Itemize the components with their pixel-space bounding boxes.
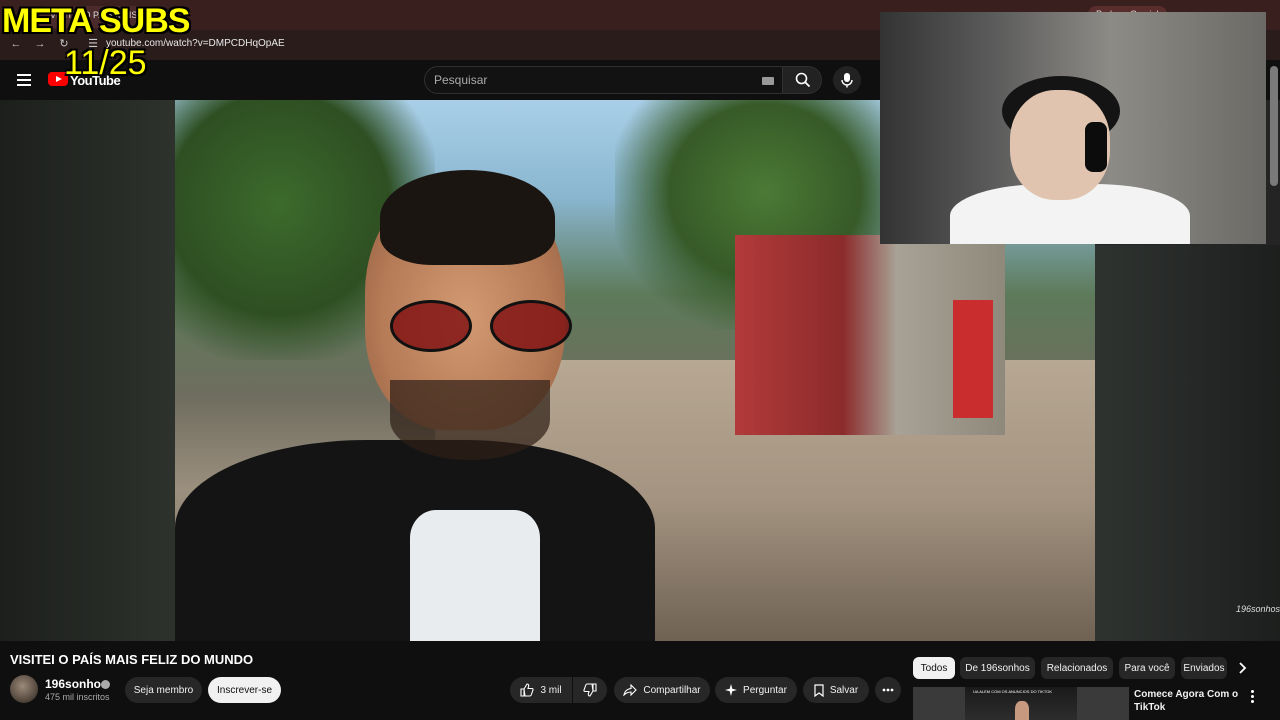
subscriber-count: 475 mil inscritos bbox=[45, 692, 110, 702]
chip-uploads[interactable]: Enviados bbox=[1181, 657, 1227, 679]
more-actions-button[interactable] bbox=[875, 677, 901, 703]
video-kiosk-sign bbox=[953, 300, 993, 418]
thumbs-up-icon bbox=[520, 683, 535, 697]
channel-watermark: 196sonhos bbox=[1236, 604, 1280, 614]
streamer-webcam bbox=[880, 12, 1266, 244]
ambient-glow-left bbox=[0, 100, 175, 641]
dislike-button[interactable] bbox=[573, 677, 607, 703]
sparkle-icon bbox=[725, 684, 738, 696]
thumbs-down-icon bbox=[583, 683, 597, 697]
more-horizontal-icon bbox=[882, 688, 894, 692]
share-label: Compartilhar bbox=[643, 684, 701, 696]
join-button[interactable]: Seja membro bbox=[125, 677, 202, 703]
video-presenter bbox=[175, 170, 655, 641]
stream-overlay-counter: 11/25 bbox=[64, 44, 147, 82]
hamburger-menu-icon[interactable] bbox=[17, 74, 31, 86]
page-scrollbar[interactable] bbox=[1270, 66, 1278, 186]
join-button-label: Seja membro bbox=[133, 684, 194, 696]
ambient-glow-right bbox=[1095, 245, 1280, 641]
chip-from-channel[interactable]: De 196sonhos bbox=[960, 657, 1035, 679]
share-button[interactable]: Compartilhar bbox=[614, 677, 710, 703]
like-button[interactable]: 3 mil bbox=[510, 677, 572, 703]
verified-badge-icon bbox=[101, 680, 110, 689]
save-button[interactable]: Salvar bbox=[803, 677, 869, 703]
screen: VISITEI O PAÍS MAIS... Pedro e Gamial ← … bbox=[0, 0, 1280, 720]
like-count: 3 mil bbox=[540, 684, 562, 696]
more-vertical-icon[interactable] bbox=[1247, 690, 1257, 704]
chip-related[interactable]: Relacionados bbox=[1041, 657, 1113, 679]
voice-search-button[interactable] bbox=[833, 66, 861, 94]
video-title: VISITEI O PAÍS MAIS FELIZ DO MUNDO bbox=[10, 652, 254, 667]
share-icon bbox=[623, 684, 638, 696]
channel-avatar[interactable] bbox=[10, 675, 38, 703]
channel-name[interactable]: 196sonhos bbox=[45, 677, 108, 691]
search-input[interactable]: Pesquisar bbox=[434, 73, 487, 87]
stream-overlay-title: META SUBS bbox=[2, 2, 190, 40]
subscribe-button[interactable]: Inscrever-se bbox=[208, 677, 281, 703]
ask-button[interactable]: Perguntar bbox=[715, 677, 797, 703]
ask-label: Perguntar bbox=[743, 684, 787, 696]
bookmark-icon bbox=[814, 683, 824, 697]
search-button[interactable] bbox=[782, 66, 822, 94]
save-label: Salvar bbox=[829, 684, 859, 696]
recommendation-thumbnail-text: UA ALEM COM OS ANUNCIOS DO TIKTOK bbox=[973, 689, 1052, 694]
microphone-icon bbox=[841, 73, 853, 88]
chevron-right-icon[interactable] bbox=[1234, 660, 1250, 676]
subscribe-button-label: Inscrever-se bbox=[216, 684, 272, 696]
search-icon bbox=[795, 72, 811, 88]
keyboard-icon[interactable] bbox=[762, 77, 774, 85]
chip-all[interactable]: Todos bbox=[913, 657, 955, 679]
recommendation-thumbnail[interactable]: UA ALEM COM OS ANUNCIOS DO TIKTOK bbox=[913, 687, 1129, 720]
chip-for-you[interactable]: Para você bbox=[1119, 657, 1175, 679]
recommendation-title[interactable]: Comece Agora Com o TikTok bbox=[1134, 688, 1244, 714]
